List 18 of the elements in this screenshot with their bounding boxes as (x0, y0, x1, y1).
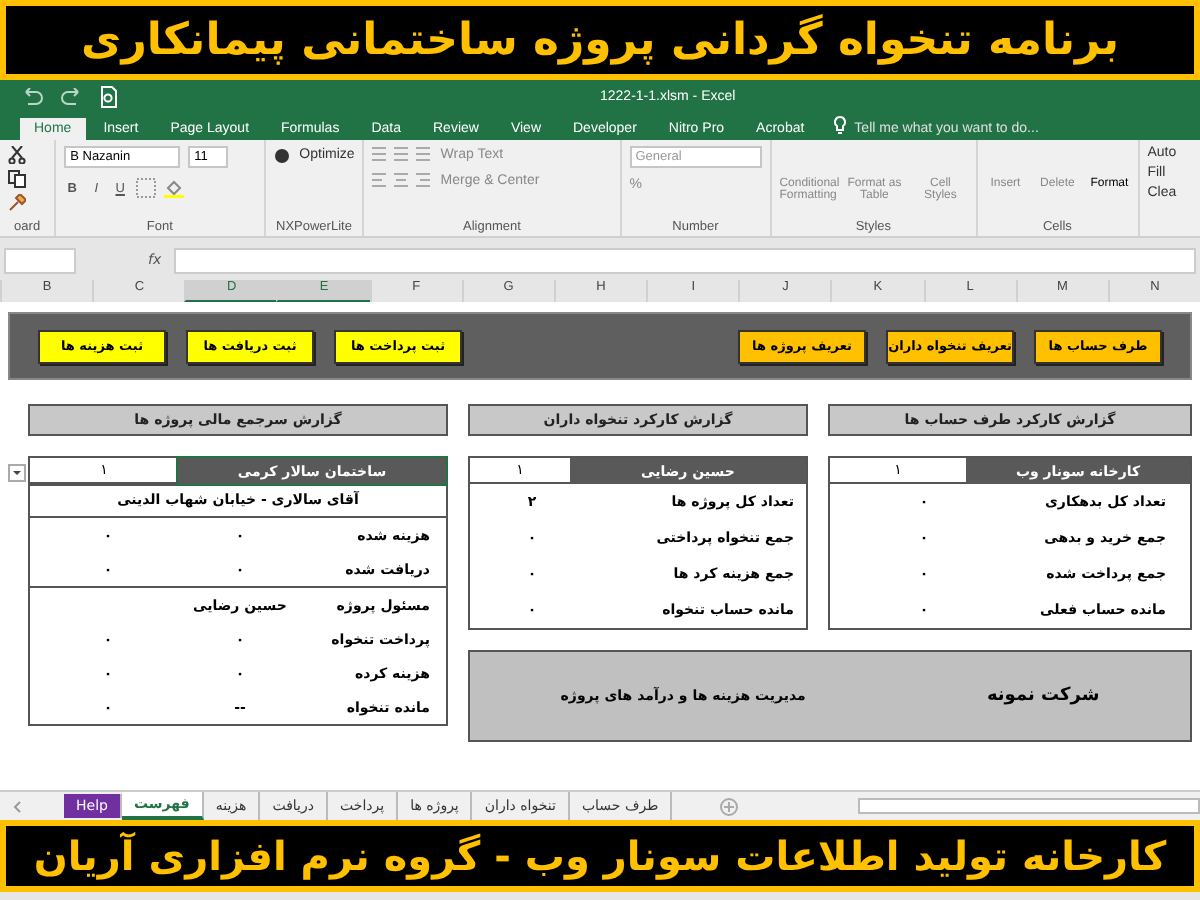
banner-title: برنامه تنخواه گردانی پروژه ساختمانی پیمانکاری (81, 15, 1119, 65)
redo-icon[interactable] (60, 87, 84, 105)
lightbulb-icon (834, 116, 847, 134)
align-icon[interactable] (372, 146, 433, 162)
dropdown-icon[interactable] (8, 464, 26, 482)
undo-icon[interactable] (20, 87, 44, 105)
fill-color-icon[interactable] (164, 178, 185, 198)
copy-icon[interactable] (8, 170, 26, 188)
add-sheet-icon[interactable] (720, 797, 739, 815)
print-preview-icon[interactable] (100, 85, 118, 107)
align-icon[interactable] (372, 172, 433, 188)
company-name: شرکت نمونه (986, 686, 1100, 706)
formula-input[interactable] (173, 247, 1196, 273)
borders-icon[interactable] (136, 178, 157, 198)
scroll-left-icon[interactable] (12, 799, 24, 813)
horizontal-scrollbar[interactable] (858, 798, 1200, 814)
banner-title: کارخانه تولید اطلاعات سونار وب - گروه نرم افزاری آریان (33, 832, 1167, 880)
scissors-icon[interactable] (8, 146, 26, 164)
